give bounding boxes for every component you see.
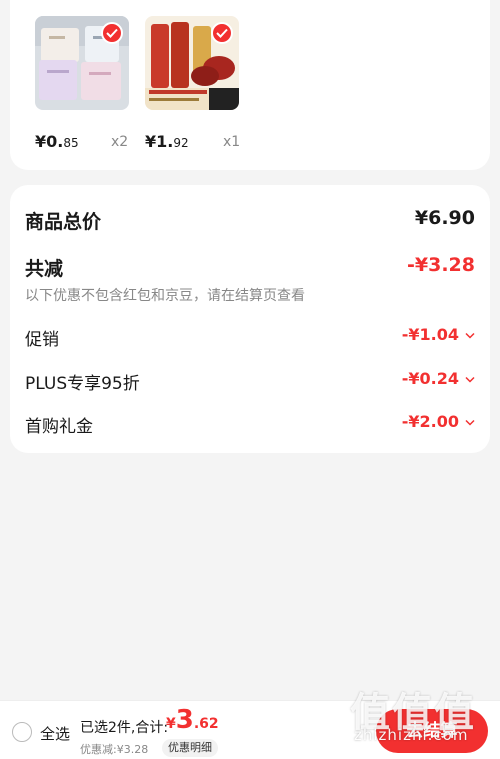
reduce-label: 共减 [25, 258, 64, 280]
total-row: 商品总价 ¥6.90 [25, 207, 475, 233]
cart-items-card: ¥0.85 x2 ¥1.92 x1 [10, 0, 490, 170]
discount-item-plus[interactable]: PLUS专享95折 -¥0.24 [25, 369, 475, 394]
product-price: ¥1.92 [145, 132, 189, 151]
product-quantity: x2 [111, 134, 129, 150]
towel-packs-image[interactable] [35, 16, 129, 110]
sausage-packs-image[interactable] [145, 16, 239, 110]
product-quantity: x1 [223, 134, 241, 150]
discount-item-value: -¥2.00 [401, 412, 459, 431]
select-all-radio[interactable] [12, 722, 32, 742]
product-item[interactable]: ¥0.85 x2 [35, 16, 129, 151]
checkout-bar: 全选 已选2件,合计: ¥3.62 优惠减:¥3.28 优惠明细 去结算 [0, 700, 500, 759]
discount-item-label: PLUS专享95折 [25, 374, 140, 394]
discount-item-value: -¥1.04 [401, 325, 459, 344]
discount-item-first-buy[interactable]: 首购礼金 -¥2.00 [25, 412, 475, 437]
selected-count: 已选2件,合计: [80, 720, 169, 736]
discount-detail-button[interactable]: 优惠明细 [162, 739, 218, 757]
discount-item-promo[interactable]: 促销 -¥1.04 [25, 325, 475, 350]
chevron-down-icon[interactable] [465, 329, 475, 342]
checked-icon[interactable] [211, 22, 233, 44]
discount-item-value: -¥0.24 [401, 369, 459, 388]
price-summary-card: 商品总价 ¥6.90 共减 -¥3.28 以下优惠不包含红包和京豆，请在结算页查… [10, 185, 490, 453]
total-label: 商品总价 [25, 211, 102, 233]
reduce-value: -¥3.28 [407, 254, 475, 276]
discount-note-row: 以下优惠不包含红包和京豆，请在结算页查看 [25, 285, 475, 305]
discount-item-label: 首购礼金 [25, 417, 93, 437]
select-all-label[interactable]: 全选 [40, 723, 70, 744]
product-price: ¥0.85 [35, 132, 79, 151]
discount-note: 以下优惠不包含红包和京豆，请在结算页查看 [25, 288, 305, 304]
checked-icon[interactable] [101, 22, 123, 44]
discount-item-label: 促销 [25, 330, 59, 350]
total-value: ¥6.90 [414, 207, 475, 229]
product-item[interactable]: ¥1.92 x1 [145, 16, 240, 151]
total-amount: ¥3.62 [166, 705, 219, 735]
reduce-row: 共减 -¥3.28 [25, 254, 475, 280]
checkout-button[interactable]: 去结算 [376, 709, 488, 753]
chevron-down-icon[interactable] [465, 416, 475, 429]
discount-amount: 优惠减:¥3.28 [80, 743, 149, 756]
chevron-down-icon[interactable] [465, 373, 475, 386]
